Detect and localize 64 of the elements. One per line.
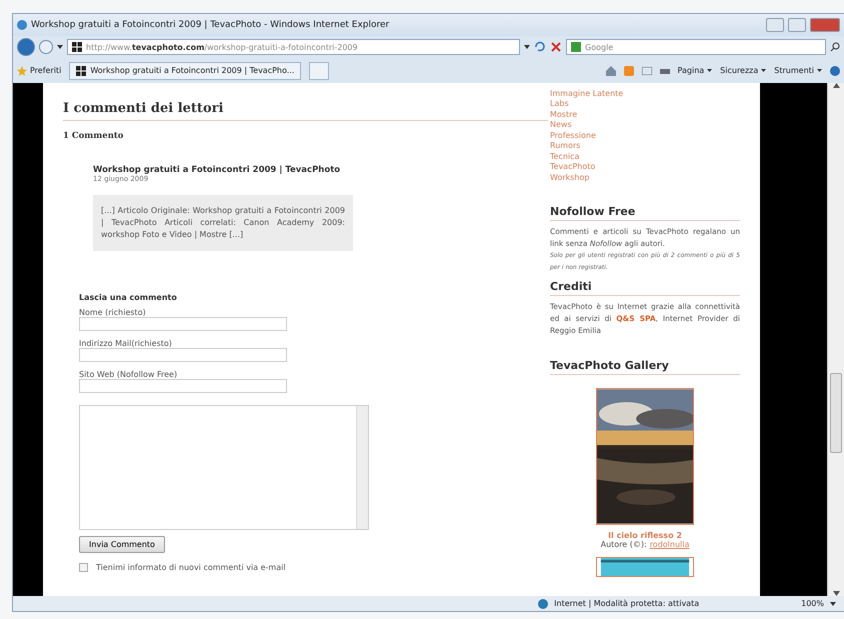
category-link[interactable]: Immagine Latente (550, 88, 740, 100)
input-field[interactable] (79, 316, 287, 331)
field-label: Indirizzo Mail(richiesto) (79, 338, 173, 348)
stop-icon[interactable] (550, 41, 562, 54)
refresh-icon[interactable] (534, 41, 546, 54)
form-heading: Lascia una commento (79, 292, 178, 302)
scrollbar-thumb[interactable] (830, 372, 842, 453)
category-link[interactable]: Rumors (550, 141, 740, 152)
checkbox[interactable] (79, 562, 88, 572)
favorites-button[interactable]: Preferiti (17, 66, 62, 76)
toolbar-menu[interactable]: Sicurezza (720, 66, 766, 76)
category-link[interactable]: Professione (550, 130, 740, 142)
input-field[interactable] (79, 348, 287, 362)
zoom-level[interactable]: 100% (801, 599, 824, 608)
photo-title: Il cielo riflesso 2 (607, 531, 683, 540)
toolbar-menu[interactable]: Strumenti (774, 66, 822, 76)
search-icon[interactable] (830, 42, 840, 52)
input-field[interactable] (79, 378, 287, 393)
category-link[interactable]: Mostre (550, 110, 740, 120)
sidebar-heading: Crediti (550, 274, 740, 296)
section-heading: I commenti dei lettori (63, 82, 548, 121)
site-icon (72, 42, 82, 52)
address-caret-icon[interactable] (524, 45, 530, 50)
search-provider-icon (571, 42, 581, 52)
sidebar-heading: Nofollow Free (550, 183, 740, 222)
comment-count: 1 Commento (63, 130, 124, 141)
browser-icon (17, 20, 27, 30)
star-icon (17, 66, 27, 76)
help-icon[interactable] (830, 66, 840, 76)
back-button[interactable] (17, 38, 35, 56)
author-label: Autore (©): (600, 540, 647, 550)
site-icon (76, 66, 86, 76)
submit-button[interactable]: Invia Commento (79, 536, 165, 553)
caret-icon (707, 69, 712, 72)
category-link[interactable]: Tecnica (550, 152, 740, 162)
field-label: Nome (richiesto) (79, 308, 147, 317)
scroll-up-icon[interactable] (832, 82, 840, 88)
maximize-button[interactable] (788, 18, 806, 32)
mail-icon[interactable] (642, 66, 652, 75)
new-tab-button[interactable] (309, 62, 330, 80)
feed-icon[interactable] (624, 66, 634, 76)
author-link[interactable]: rodolnulla (650, 540, 690, 550)
caret-icon (817, 69, 822, 72)
category-link[interactable]: News (550, 120, 740, 131)
category-link[interactable]: TevacPhoto (550, 162, 740, 173)
security-zone: Internet | Modalità protetta: attivata (554, 599, 700, 608)
comment-title: Workshop gratuiti a Fotoincontri 2009 | TevacPhoto (93, 164, 342, 175)
address-field[interactable]: http://www.tevacphoto.com/workshop-gratuiti-a-fotoincontri-2009 (67, 39, 520, 56)
minimize-button[interactable] (766, 18, 784, 32)
search-field[interactable]: Google (566, 39, 826, 56)
toolbar-menu[interactable]: Pagina (678, 66, 712, 76)
caret-icon (761, 69, 766, 72)
zoom-caret-icon[interactable] (830, 602, 836, 606)
comment-text: [...] Articolo Originale: Workshop gratuiti a Fotoincontri 2009 | TevacPhoto Articoli correlati: Canon Academy 2009: workshop Foto e Video | Mostre [...] (93, 194, 353, 251)
sidebar-heading: TevacPhoto Gallery (550, 337, 740, 376)
window-title: Workshop gratuiti a Fotoincontri 2009 | TevacPhoto - Windows Internet Explorer (31, 20, 390, 30)
history-caret-icon[interactable] (57, 45, 63, 50)
field-label: Sito Web (Nofollow Free) (79, 370, 178, 379)
category-link[interactable]: Labs (550, 99, 740, 110)
checkbox-label: Tienimi informato di nuovi commenti via e-mail (96, 562, 286, 572)
close-button[interactable] (810, 18, 840, 32)
globe-icon (538, 598, 548, 609)
category-link[interactable]: Workshop (550, 172, 740, 184)
browser-tab[interactable]: Workshop gratuiti a Fotoincontri 2009 | TevacPho... (69, 62, 302, 80)
